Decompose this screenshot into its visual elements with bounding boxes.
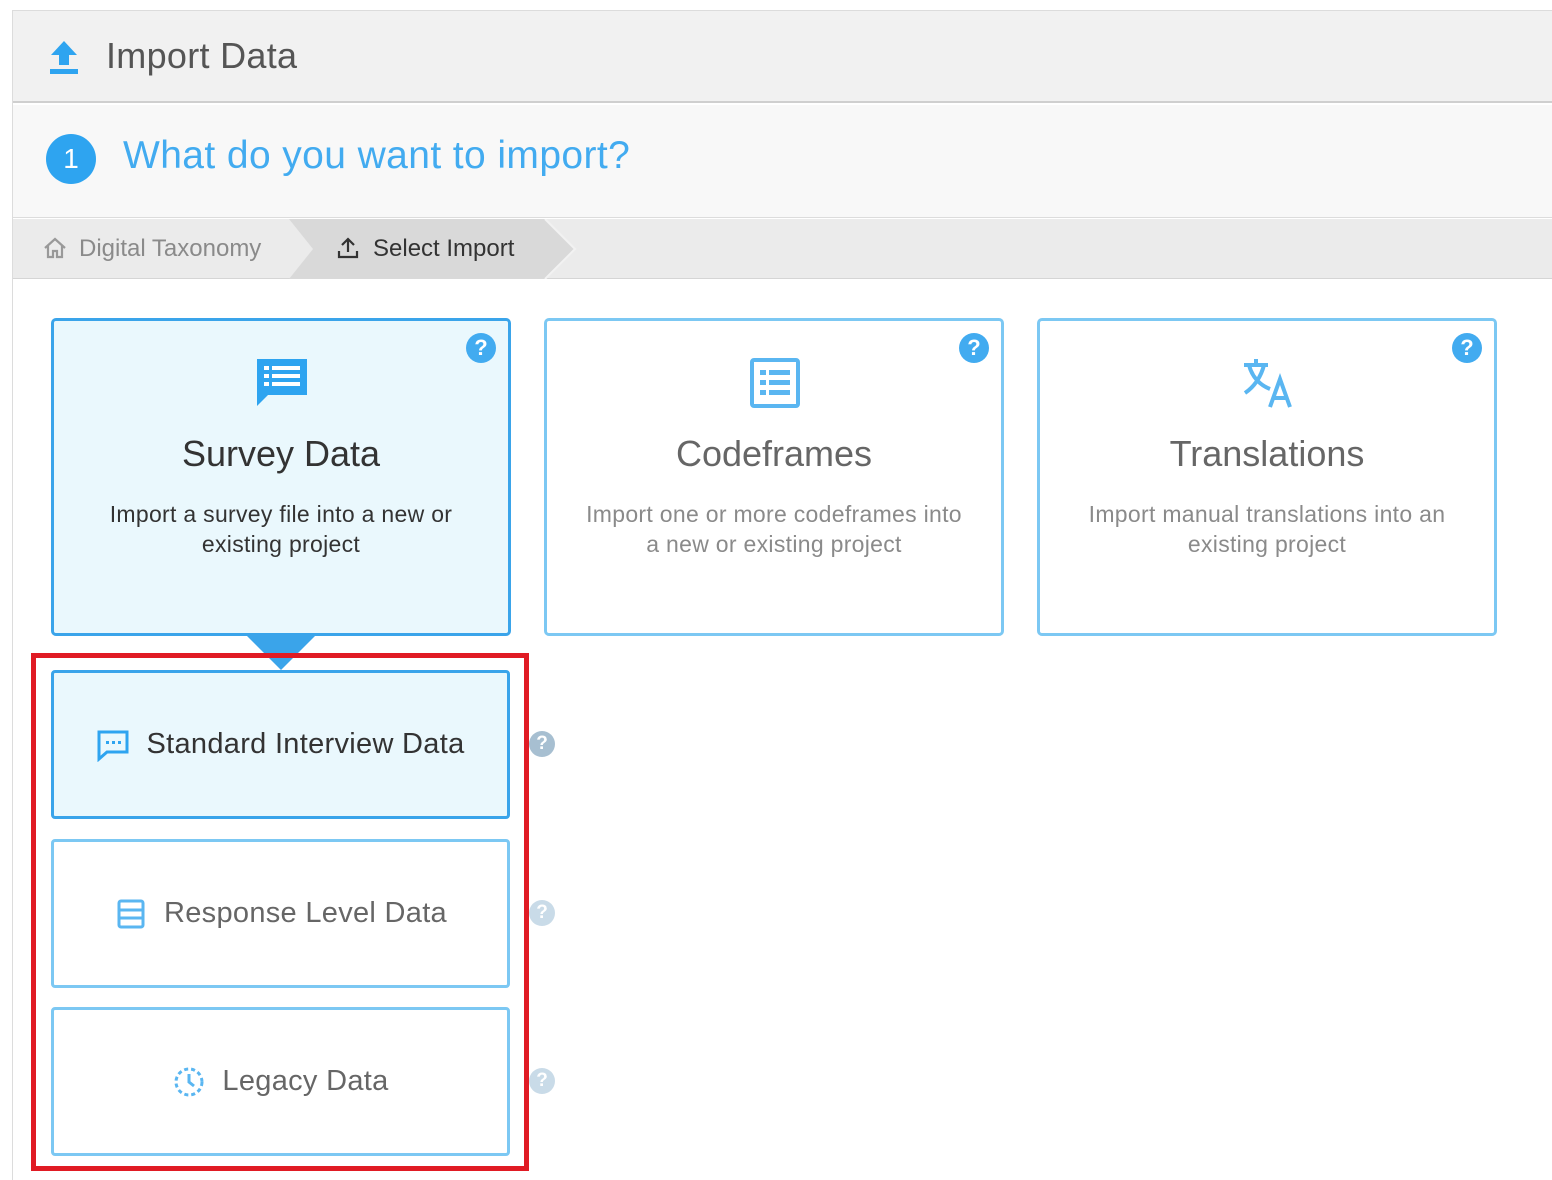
card-title: Codeframes <box>675 433 873 474</box>
card-translations[interactable]: ? Translations Import manual translation… <box>1037 318 1497 636</box>
breadcrumb: Digital Taxonomy Select Import <box>13 219 1552 279</box>
import-page: Import Data 1 What do you want to import… <box>12 10 1552 1180</box>
card-survey-data[interactable]: ? Survey Data Import a survey file into … <box>51 318 511 636</box>
survey-chat-icon <box>257 359 307 406</box>
home-icon <box>44 237 66 259</box>
list-icon <box>750 358 800 408</box>
help-icon[interactable]: ? <box>466 333 496 363</box>
help-icon[interactable]: ? <box>959 333 989 363</box>
card-description: Import a survey file into a new or exist… <box>109 501 453 557</box>
help-icon[interactable]: ? <box>529 1068 555 1094</box>
step-number-badge: 1 <box>46 134 96 184</box>
breadcrumb-current-label: Select Import <box>373 235 515 262</box>
breadcrumb-item-home[interactable]: Digital Taxonomy <box>13 219 313 278</box>
step-question: What do you want to import? <box>123 134 631 177</box>
help-icon[interactable]: ? <box>529 731 555 757</box>
help-icon[interactable]: ? <box>1452 333 1482 363</box>
page-header: Import Data <box>13 11 1552 103</box>
step-header: 1 What do you want to import? <box>13 105 1552 218</box>
help-icon[interactable]: ? <box>529 900 555 926</box>
breadcrumb-home-label: Digital Taxonomy <box>79 235 262 262</box>
translate-icon <box>1243 359 1292 408</box>
card-title: Translations <box>1169 433 1365 474</box>
page-title: Import Data <box>106 35 298 76</box>
card-codeframes[interactable]: ? Codeframes Import one or more codefram… <box>544 318 1004 636</box>
upload-icon <box>50 41 78 74</box>
card-description: Import manual translations into an exist… <box>1088 501 1446 557</box>
upload-icon <box>337 237 359 259</box>
breadcrumb-item-current: Select Import <box>289 219 577 279</box>
card-description: Import one or more codeframes into a new… <box>586 501 962 557</box>
card-title: Survey Data <box>181 433 381 474</box>
highlight-annotation-box <box>31 653 529 1171</box>
